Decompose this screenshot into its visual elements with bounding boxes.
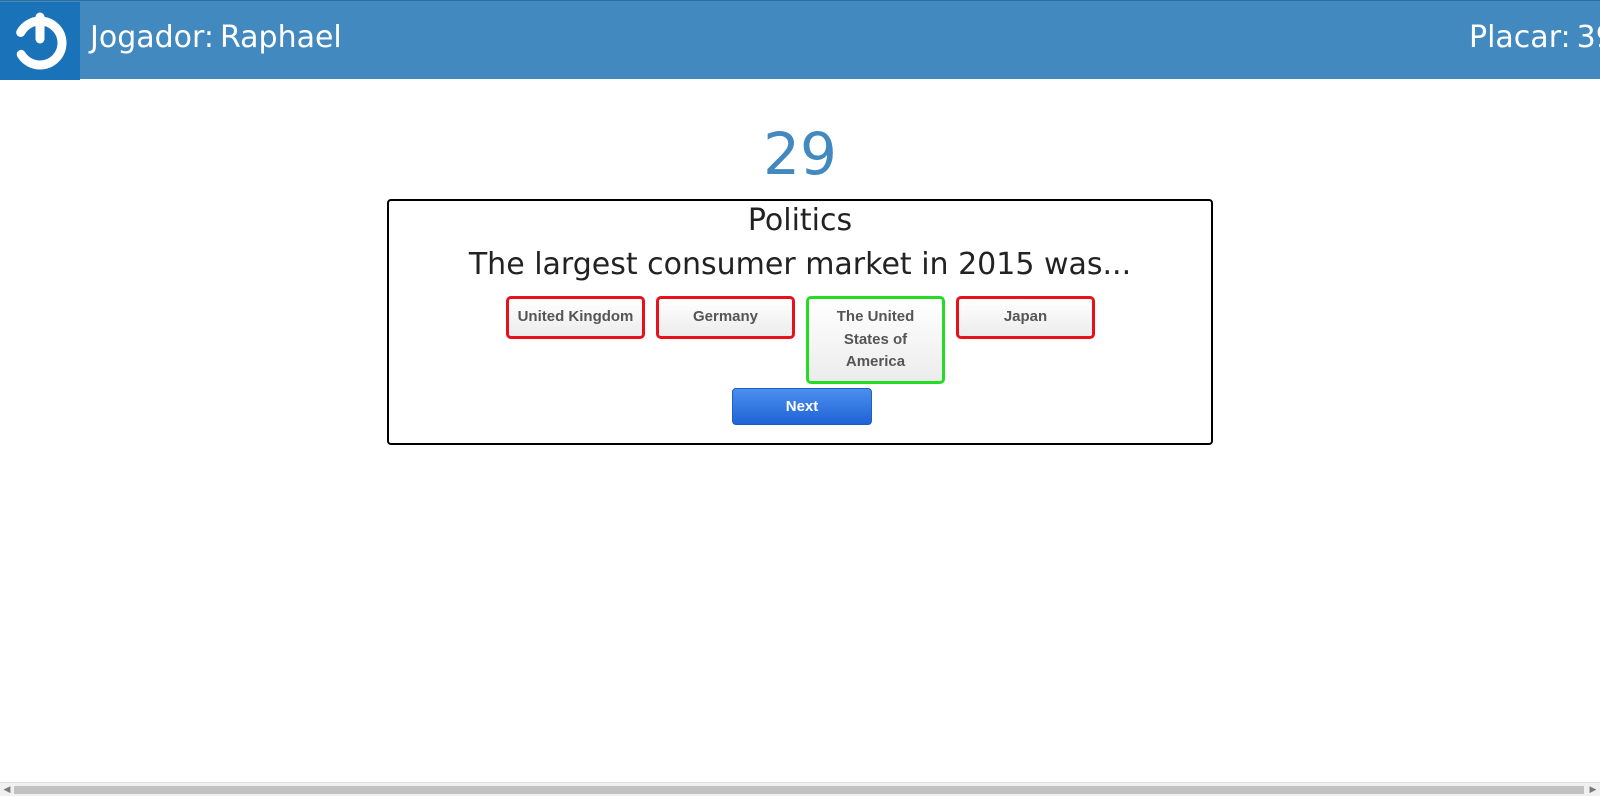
answer-options: United Kingdom Germany The United States… (506, 296, 1095, 384)
score-info: Placar:39 (1469, 1, 1600, 75)
power-button[interactable] (0, 2, 80, 80)
answer-button-germany[interactable]: Germany (656, 296, 795, 339)
scrollbar-thumb[interactable] (14, 786, 1584, 794)
score-label: Placar: (1469, 20, 1571, 55)
question-text: The largest consumer market in 2015 was.… (468, 247, 1132, 282)
question-card: Politics The largest consumer market in … (387, 199, 1213, 445)
answer-button-japan[interactable]: Japan (956, 296, 1095, 339)
question-category: Politics (747, 203, 853, 238)
score-value: 39 (1576, 20, 1600, 55)
player-name: Raphael (219, 20, 342, 55)
player-info: Jogador: Raphael (90, 1, 342, 75)
player-label: Jogador: (90, 20, 214, 55)
top-bar: Jogador:Raphael Placar:39 (0, 0, 1600, 80)
countdown-timer: 29 (763, 120, 837, 188)
chevron-left-icon[interactable]: ◀ (0, 783, 14, 796)
answer-button-usa[interactable]: The United States of America (806, 296, 945, 384)
power-icon (13, 12, 67, 70)
next-button[interactable]: Next (732, 388, 872, 425)
horizontal-scrollbar[interactable]: ◀ ▶ (0, 782, 1600, 796)
answer-button-united-kingdom[interactable]: United Kingdom (506, 296, 645, 339)
chevron-right-icon[interactable]: ▶ (1586, 783, 1600, 796)
